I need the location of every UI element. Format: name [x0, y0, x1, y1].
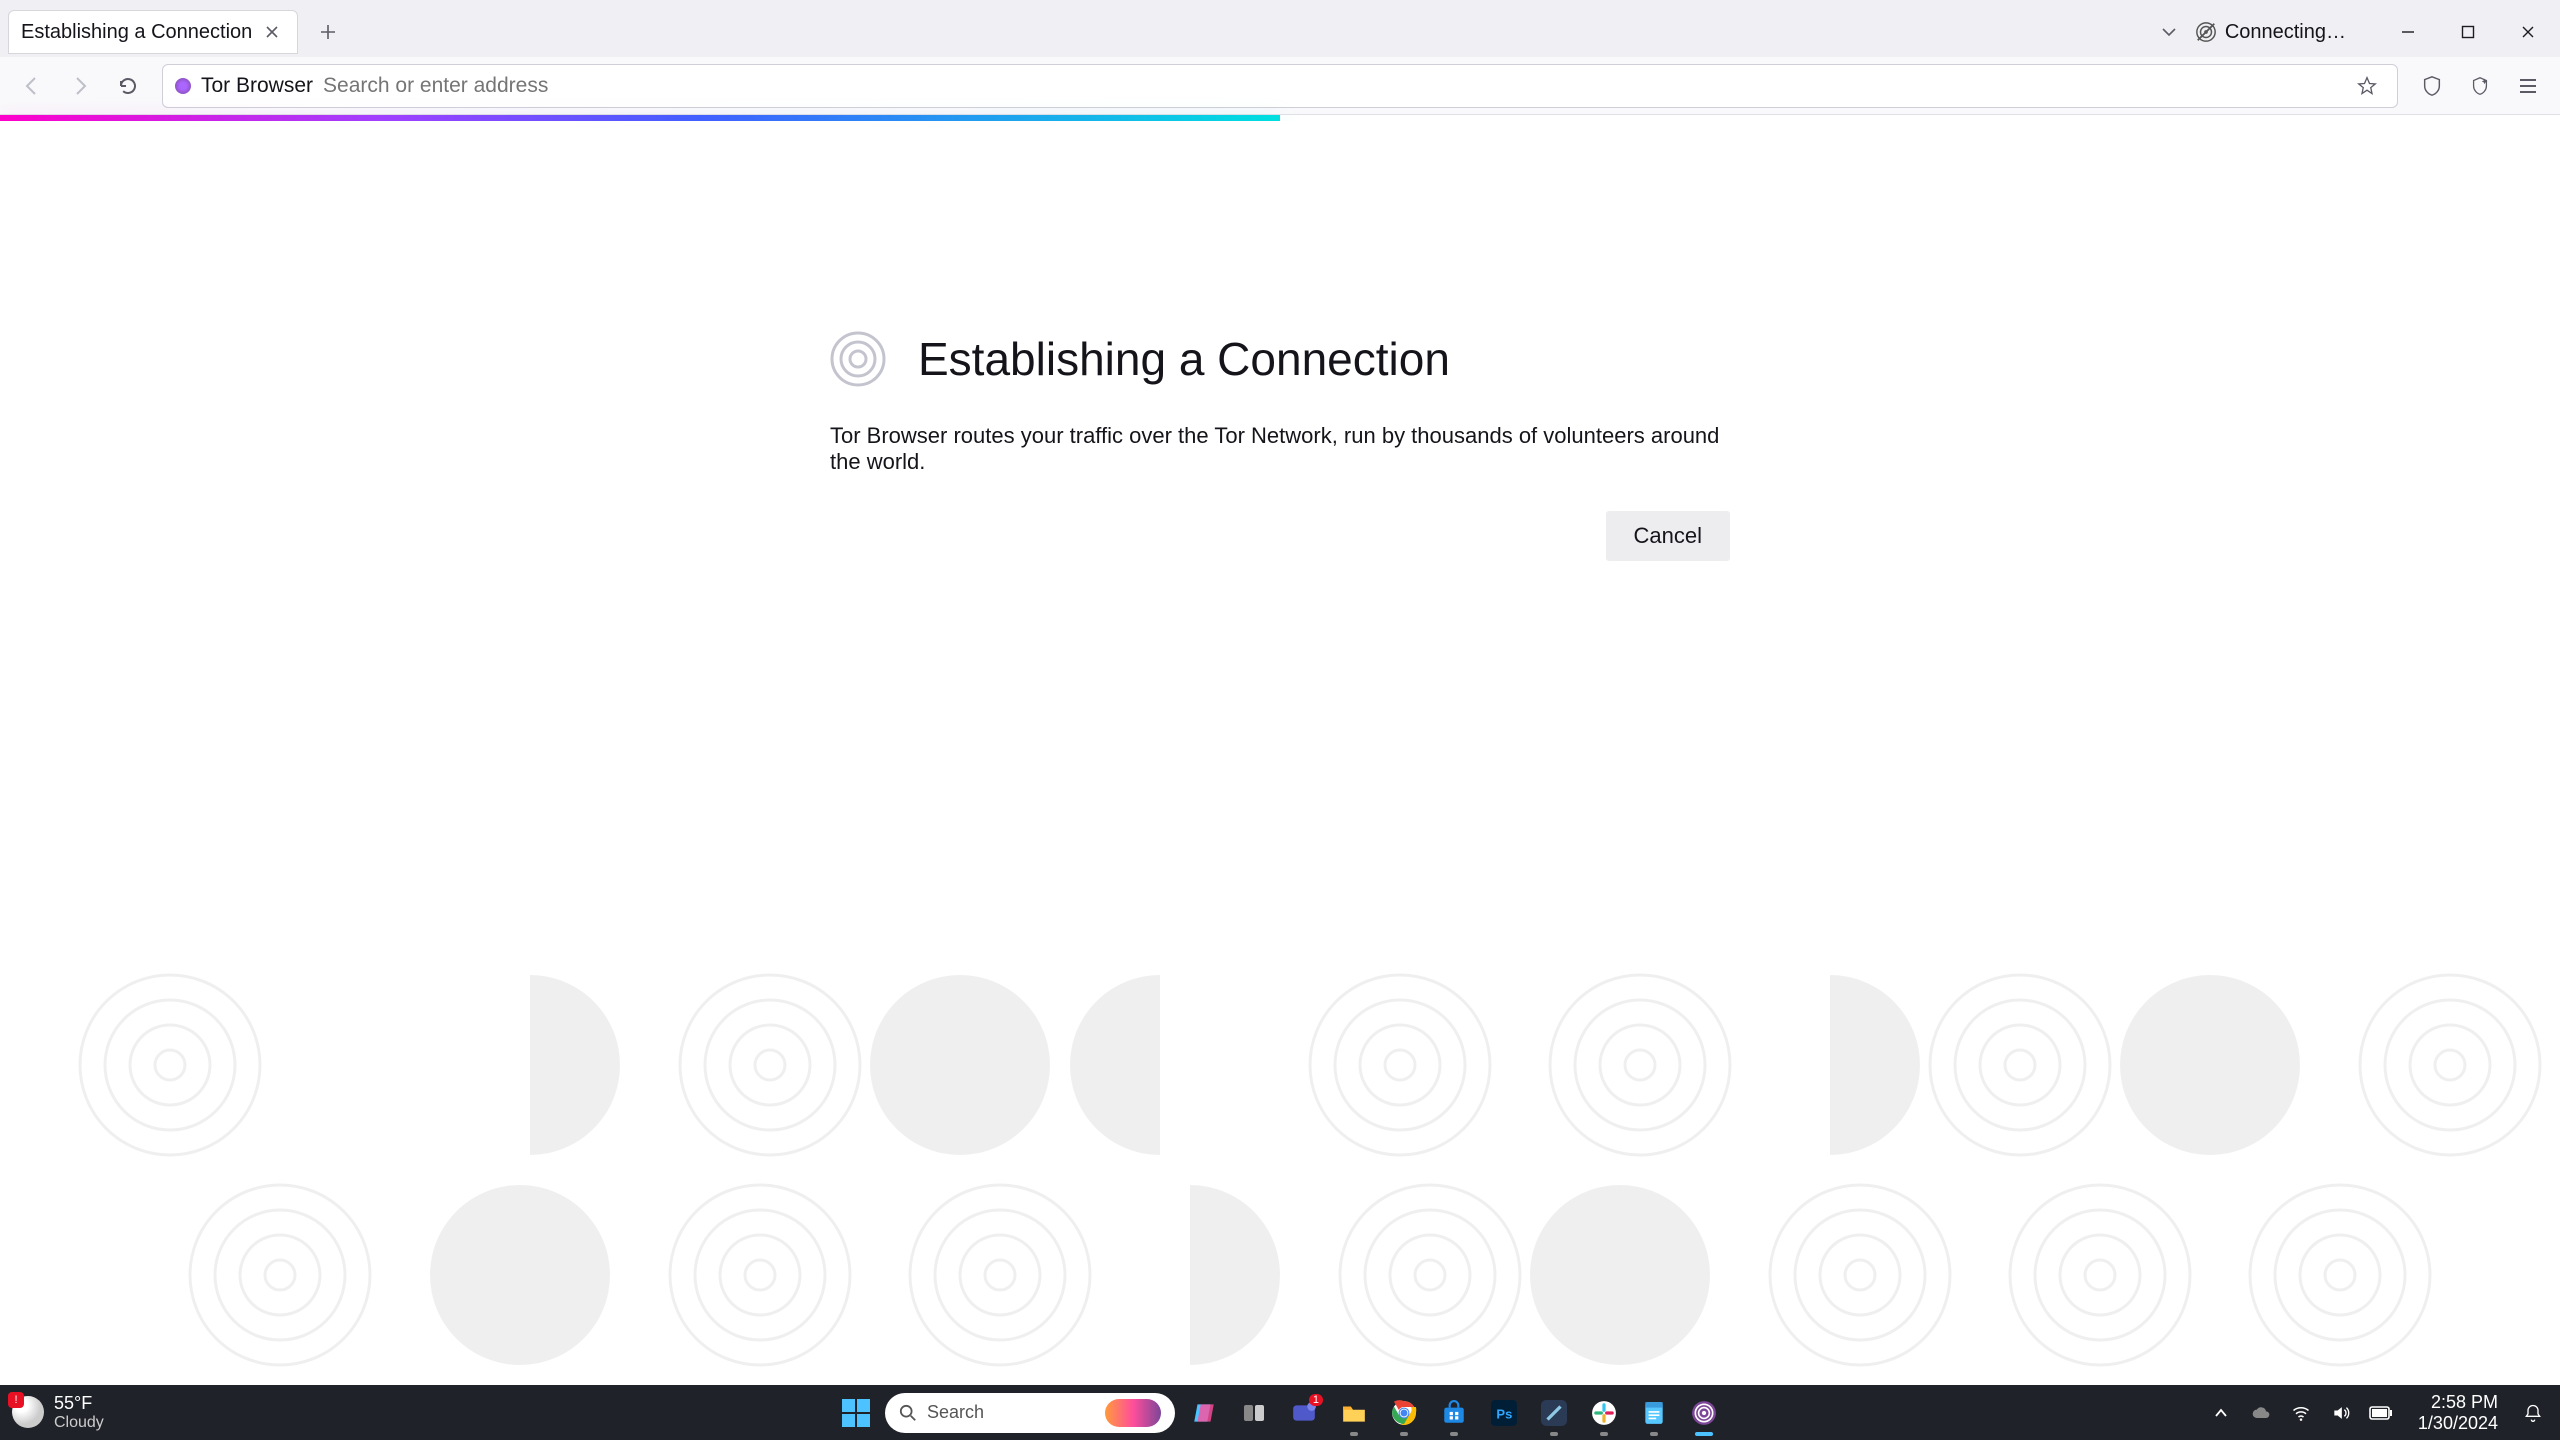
tor-connection-status[interactable]: Connecting… — [2195, 21, 2346, 44]
cancel-button[interactable]: Cancel — [1606, 511, 1730, 561]
taskbar-tor-browser[interactable] — [1683, 1392, 1725, 1434]
copilot-icon — [1191, 1400, 1217, 1426]
onion-identity-icon — [175, 78, 191, 94]
taskbar-slack[interactable] — [1583, 1392, 1625, 1434]
browser-titlebar: Establishing a Connection Connecting… — [0, 0, 2560, 57]
tray-volume[interactable] — [2328, 1400, 2354, 1426]
taskbar-explorer[interactable] — [1333, 1392, 1375, 1434]
windows-logo-icon — [842, 1399, 870, 1427]
teams-badge: 1 — [1309, 1394, 1323, 1406]
tray-wifi[interactable] — [2288, 1400, 2314, 1426]
arrow-right-icon — [69, 75, 91, 97]
window-close-button[interactable] — [2500, 10, 2556, 54]
bookmark-button[interactable] — [2349, 68, 2385, 104]
tab-title: Establishing a Connection — [21, 21, 252, 44]
photoshop-icon: Ps — [1491, 1400, 1517, 1426]
onion-icon — [830, 331, 886, 387]
taskbar-taskview[interactable] — [1233, 1392, 1275, 1434]
taskbar-photoshop[interactable]: Ps — [1483, 1392, 1525, 1434]
browser-navbar: Tor Browser — [0, 57, 2560, 115]
system-tray: 2:58 PM 1/30/2024 — [2208, 1392, 2548, 1433]
tray-battery[interactable] — [2368, 1400, 2394, 1426]
background-pattern — [0, 965, 2560, 1385]
app-icon — [1541, 1400, 1567, 1426]
chevron-up-icon — [2213, 1405, 2229, 1421]
browser-tab[interactable]: Establishing a Connection — [8, 10, 298, 54]
url-input[interactable] — [323, 74, 2339, 98]
url-bar[interactable]: Tor Browser — [162, 64, 2398, 108]
taskbar-search-placeholder: Search — [927, 1402, 984, 1423]
star-icon — [2357, 76, 2377, 96]
wifi-icon — [2291, 1403, 2311, 1423]
search-decoration-icon — [1105, 1399, 1161, 1427]
notepad-icon — [1641, 1400, 1667, 1426]
sparkle-shield-icon — [2469, 75, 2491, 97]
slack-icon — [1591, 1400, 1617, 1426]
windows-taskbar: ! 55°F Cloudy Search 1 Ps — [0, 1385, 2560, 1440]
back-button[interactable] — [10, 64, 54, 108]
taskbar-store[interactable] — [1433, 1392, 1475, 1434]
taskbar-clock[interactable]: 2:58 PM 1/30/2024 — [2418, 1392, 2498, 1433]
plus-icon — [320, 24, 336, 40]
folder-icon — [1341, 1400, 1367, 1426]
window-maximize-button[interactable] — [2440, 10, 2496, 54]
window-minimize-button[interactable] — [2380, 10, 2436, 54]
taskbar-app-generic-1[interactable] — [1533, 1392, 1575, 1434]
url-identity-label: Tor Browser — [201, 74, 313, 98]
clock-date: 1/30/2024 — [2418, 1413, 2498, 1434]
taskview-icon — [1242, 1401, 1266, 1425]
hamburger-icon — [2518, 76, 2538, 96]
clock-time: 2:58 PM — [2418, 1392, 2498, 1413]
minimize-icon — [2401, 25, 2415, 39]
weather-temp: 55°F — [54, 1394, 104, 1414]
tor-icon — [1691, 1400, 1717, 1426]
page-title: Establishing a Connection — [918, 332, 1450, 386]
forward-button[interactable] — [58, 64, 102, 108]
taskbar-copilot[interactable] — [1183, 1392, 1225, 1434]
notifications-button[interactable] — [2518, 1398, 2548, 1428]
weather-icon: ! — [12, 1396, 44, 1428]
shield-icon — [2421, 75, 2443, 97]
security-level-button[interactable] — [2458, 64, 2502, 108]
taskbar-teams[interactable]: 1 — [1283, 1392, 1325, 1434]
chrome-icon — [1391, 1400, 1417, 1426]
page-content: Establishing a Connection Tor Browser ro… — [0, 121, 2560, 1385]
taskbar-weather[interactable]: ! 55°F Cloudy — [12, 1394, 104, 1431]
store-icon — [1441, 1400, 1467, 1426]
speaker-icon — [2331, 1403, 2351, 1423]
taskbar-chrome[interactable] — [1383, 1392, 1425, 1434]
app-menu-button[interactable] — [2506, 64, 2550, 108]
page-description: Tor Browser routes your traffic over the… — [830, 423, 1730, 475]
onion-slash-icon — [2195, 21, 2217, 43]
chevron-down-icon — [2160, 23, 2178, 41]
tray-onedrive[interactable] — [2248, 1400, 2274, 1426]
reload-button[interactable] — [106, 64, 150, 108]
start-button[interactable] — [835, 1392, 877, 1434]
weather-alert-badge: ! — [8, 1392, 24, 1408]
shield-button[interactable] — [2410, 64, 2454, 108]
search-icon — [899, 1404, 917, 1422]
svg-text:Ps: Ps — [1496, 1406, 1512, 1421]
new-tab-button[interactable] — [308, 12, 348, 52]
bell-icon — [2523, 1403, 2543, 1423]
battery-icon — [2369, 1405, 2393, 1421]
weather-desc: Cloudy — [54, 1414, 104, 1432]
titlebar-right: Connecting… — [2147, 10, 2560, 54]
list-all-tabs-button[interactable] — [2147, 10, 2191, 54]
cloud-icon — [2251, 1403, 2271, 1423]
maximize-icon — [2461, 25, 2475, 39]
weather-text: 55°F Cloudy — [54, 1394, 104, 1431]
tray-overflow[interactable] — [2208, 1400, 2234, 1426]
reload-icon — [117, 75, 139, 97]
arrow-left-icon — [21, 75, 43, 97]
close-icon — [2521, 25, 2535, 39]
taskbar-search[interactable]: Search — [885, 1393, 1175, 1433]
tab-close-button[interactable] — [259, 19, 285, 45]
close-icon — [265, 25, 279, 39]
taskbar-notepad[interactable] — [1633, 1392, 1675, 1434]
taskbar-center: Search 1 Ps — [835, 1392, 1725, 1434]
connecting-label: Connecting… — [2225, 21, 2346, 44]
connection-panel: Establishing a Connection Tor Browser ro… — [830, 331, 1730, 561]
